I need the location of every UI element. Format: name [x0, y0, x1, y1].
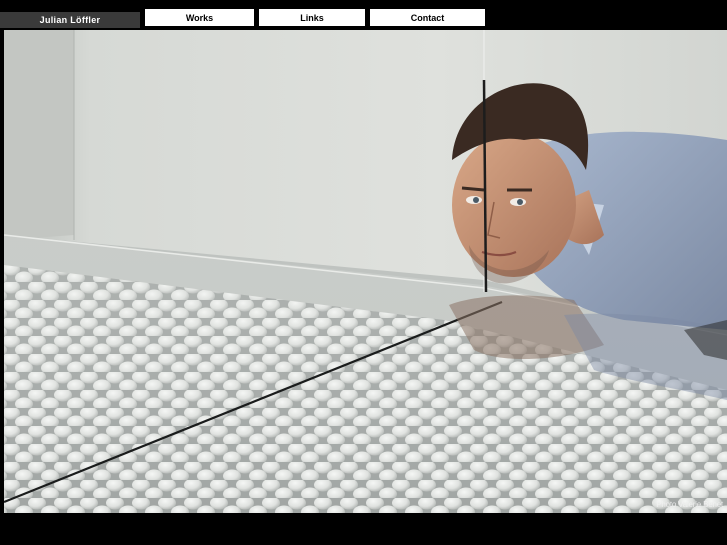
- top-bar: Julian Löffler Works Links Contact: [0, 0, 727, 30]
- nav-links-button[interactable]: Links: [259, 9, 365, 26]
- site-title[interactable]: Julian Löffler: [0, 12, 140, 28]
- nav-works-button[interactable]: Works: [145, 9, 254, 26]
- photo-credit: Photo Valerie Benet: [656, 500, 723, 509]
- bottom-bar: [0, 513, 727, 545]
- hero-photo: Photo Valerie Benet: [4, 30, 727, 513]
- hero-photo-artwork: [4, 30, 727, 513]
- nav-contact-button[interactable]: Contact: [370, 9, 485, 26]
